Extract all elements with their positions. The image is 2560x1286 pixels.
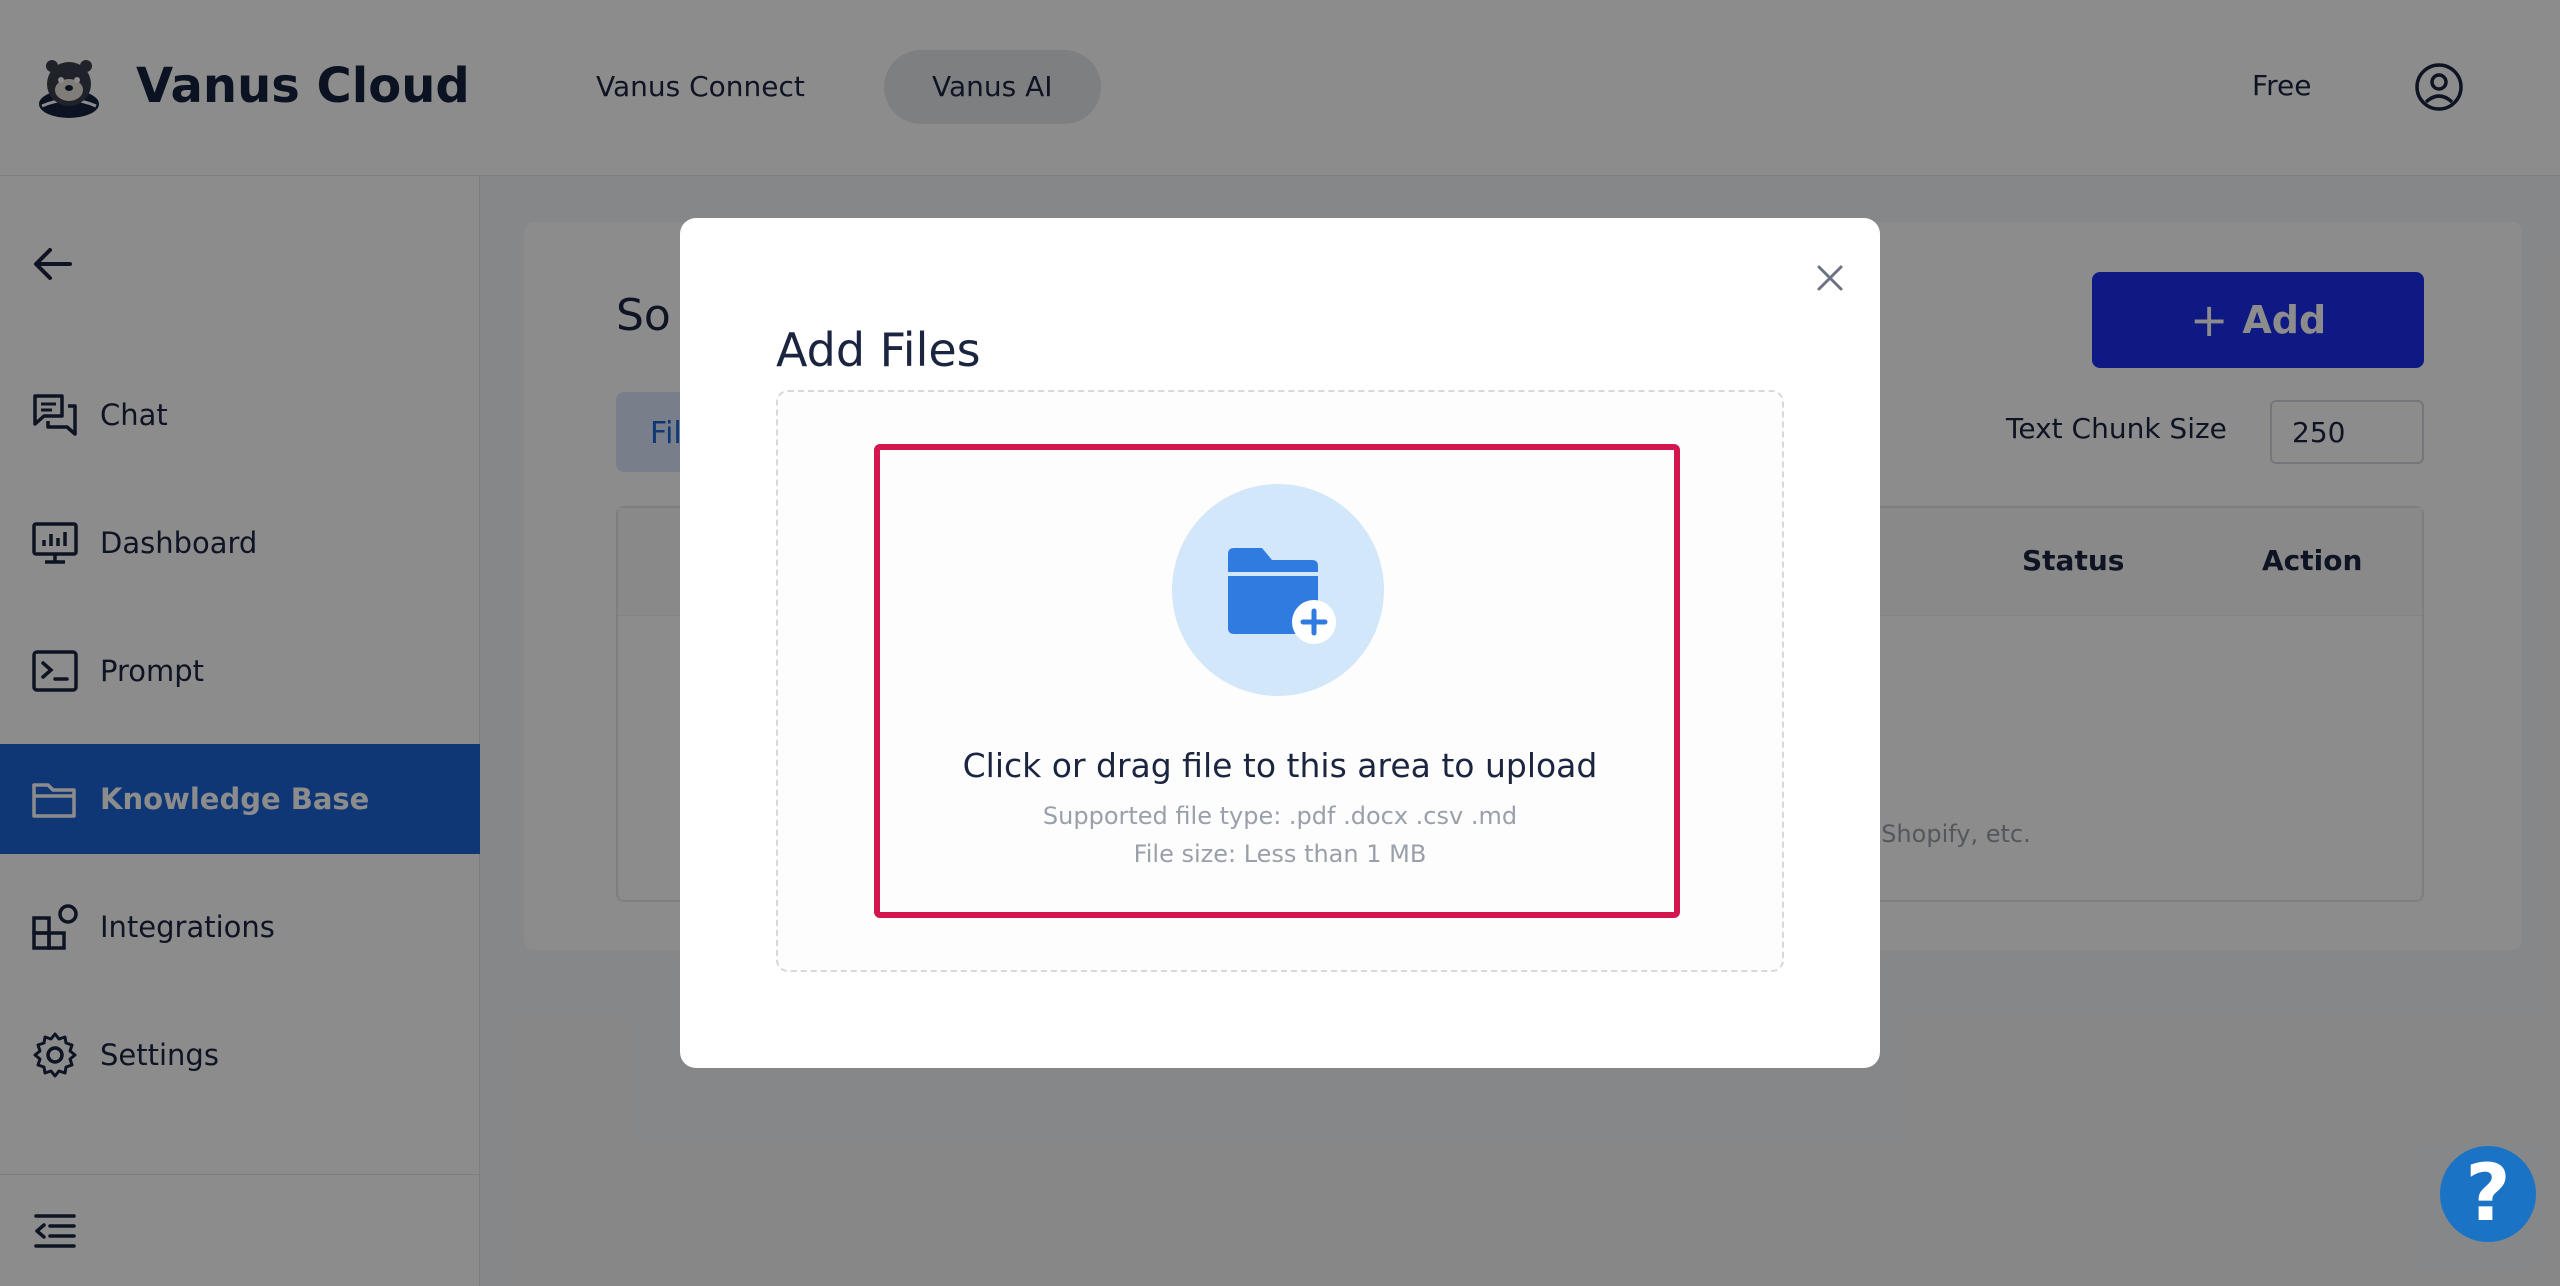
upload-instruction: Click or drag file to this area to uploa…	[962, 746, 1598, 785]
file-size-limit: File size: Less than 1 MB	[1133, 840, 1427, 868]
supported-file-types: Supported file type: .pdf .docx .csv .md	[1042, 802, 1518, 830]
folder-add-icon	[1228, 548, 1336, 644]
question-icon: ?	[2465, 1149, 2511, 1239]
upload-icon-circle[interactable]	[1172, 484, 1384, 696]
close-icon[interactable]	[1804, 252, 1856, 304]
help-button[interactable]: ?	[2440, 1146, 2536, 1242]
add-files-modal: Add Files Click or drag file to this are…	[680, 218, 1880, 1068]
modal-title: Add Files	[776, 323, 981, 377]
